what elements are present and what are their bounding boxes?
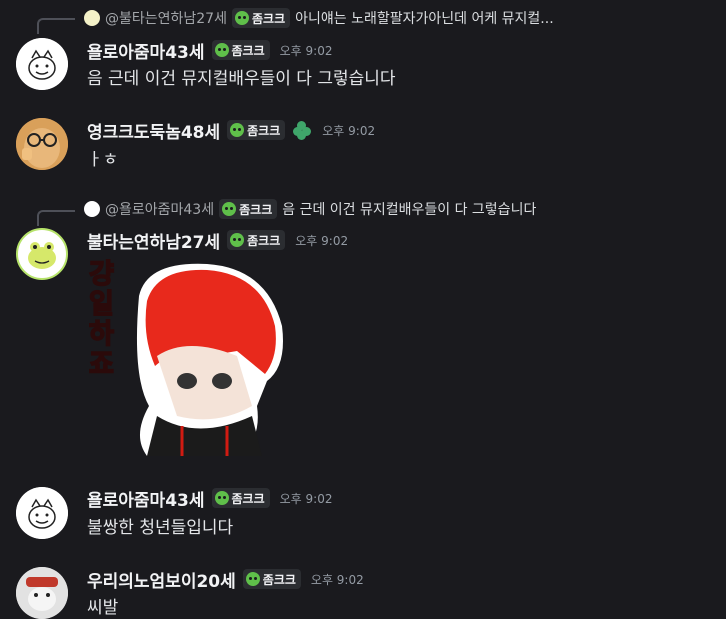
- server-tag[interactable]: 좀크크: [242, 569, 301, 589]
- sticker[interactable]: 걍일하죠: [87, 256, 287, 458]
- reply-username[interactable]: @욜로아줌마43세: [105, 199, 214, 219]
- reply-connector: [37, 210, 75, 226]
- reply-preview[interactable]: @불타는연하남27세 좀크크 아니얘는 노래할팔자가아닌데 어케 뮤지컬...: [84, 8, 554, 28]
- timestamp: 오후 9:02: [310, 572, 364, 587]
- skull-icon: [230, 233, 245, 247]
- reply-tag: 좀크크: [219, 199, 278, 219]
- reply-avatar: [84, 201, 100, 217]
- reply-tag: 좀크크: [231, 8, 291, 28]
- skull-icon: [222, 202, 237, 216]
- message-header: 불타는연하남27세 좀크크 오후 9:02: [87, 228, 349, 253]
- username[interactable]: 욜로아줌마43세: [87, 38, 205, 63]
- message-text: 불쌍한 청년들입니다: [87, 518, 234, 538]
- server-tag[interactable]: 좀크크: [227, 230, 286, 250]
- username[interactable]: 불타는연하남27세: [87, 228, 220, 253]
- server-tag[interactable]: 좀크크: [211, 40, 270, 60]
- message-header: 영크크도둑놈48세 좀크크 오후 9:02: [87, 118, 376, 143]
- message-text: 씨발: [87, 598, 119, 618]
- glasses-face-icon: [16, 118, 68, 170]
- username[interactable]: 영크크도둑놈48세: [87, 118, 220, 143]
- sketch-face-icon: [16, 38, 68, 90]
- reply-avatar: [84, 10, 100, 26]
- skull-icon: [234, 11, 249, 25]
- reply-username[interactable]: @불타는연하남27세: [105, 8, 227, 28]
- avatar[interactable]: [16, 567, 68, 619]
- skull-icon: [214, 43, 229, 57]
- frog-icon: [28, 242, 56, 269]
- message-text: 음 근데 이건 뮤지컬배우들이 다 그렇습니다: [87, 69, 396, 89]
- skull-icon: [230, 123, 245, 137]
- message-header: 욜로아줌마43세 좀크크 오후 9:02: [87, 486, 333, 511]
- message-header: 우리의노엄보이20세 좀크크 오후 9:02: [87, 567, 364, 592]
- sketch-face-icon: [16, 487, 68, 539]
- message-text: ㅏㅎ: [87, 150, 119, 170]
- masked-face-icon: [16, 567, 68, 619]
- username[interactable]: 우리의노엄보이20세: [87, 567, 236, 592]
- server-tag[interactable]: 좀크크: [227, 120, 286, 140]
- skull-icon: [214, 491, 229, 505]
- reply-text[interactable]: 아니얘는 노래할팔자가아닌데 어케 뮤지컬...: [295, 8, 554, 28]
- timestamp: 오후 9:02: [322, 123, 376, 138]
- timestamp: 오후 9:02: [279, 43, 333, 58]
- reply-connector: [37, 18, 75, 34]
- message-header: 욜로아줌마43세 좀크크 오후 9:02: [87, 38, 333, 63]
- timestamp: 오후 9:02: [279, 491, 333, 506]
- avatar[interactable]: [16, 228, 68, 280]
- reply-text[interactable]: 음 근데 이건 뮤지컬배우들이 다 그렇습니다: [282, 199, 536, 219]
- avatar[interactable]: [16, 118, 68, 170]
- timestamp: 오후 9:02: [295, 233, 349, 248]
- avatar[interactable]: [16, 487, 68, 539]
- reply-preview[interactable]: @욜로아줌마43세 좀크크 음 근데 이건 뮤지컬배우들이 다 그렇습니다: [84, 199, 536, 219]
- sticker-caption: 걍일하죠: [88, 259, 114, 381]
- clover-icon: [292, 120, 312, 140]
- skull-icon: [245, 572, 260, 586]
- avatar[interactable]: [16, 38, 68, 90]
- username[interactable]: 욜로아줌마43세: [87, 486, 205, 511]
- server-tag[interactable]: 좀크크: [211, 488, 270, 508]
